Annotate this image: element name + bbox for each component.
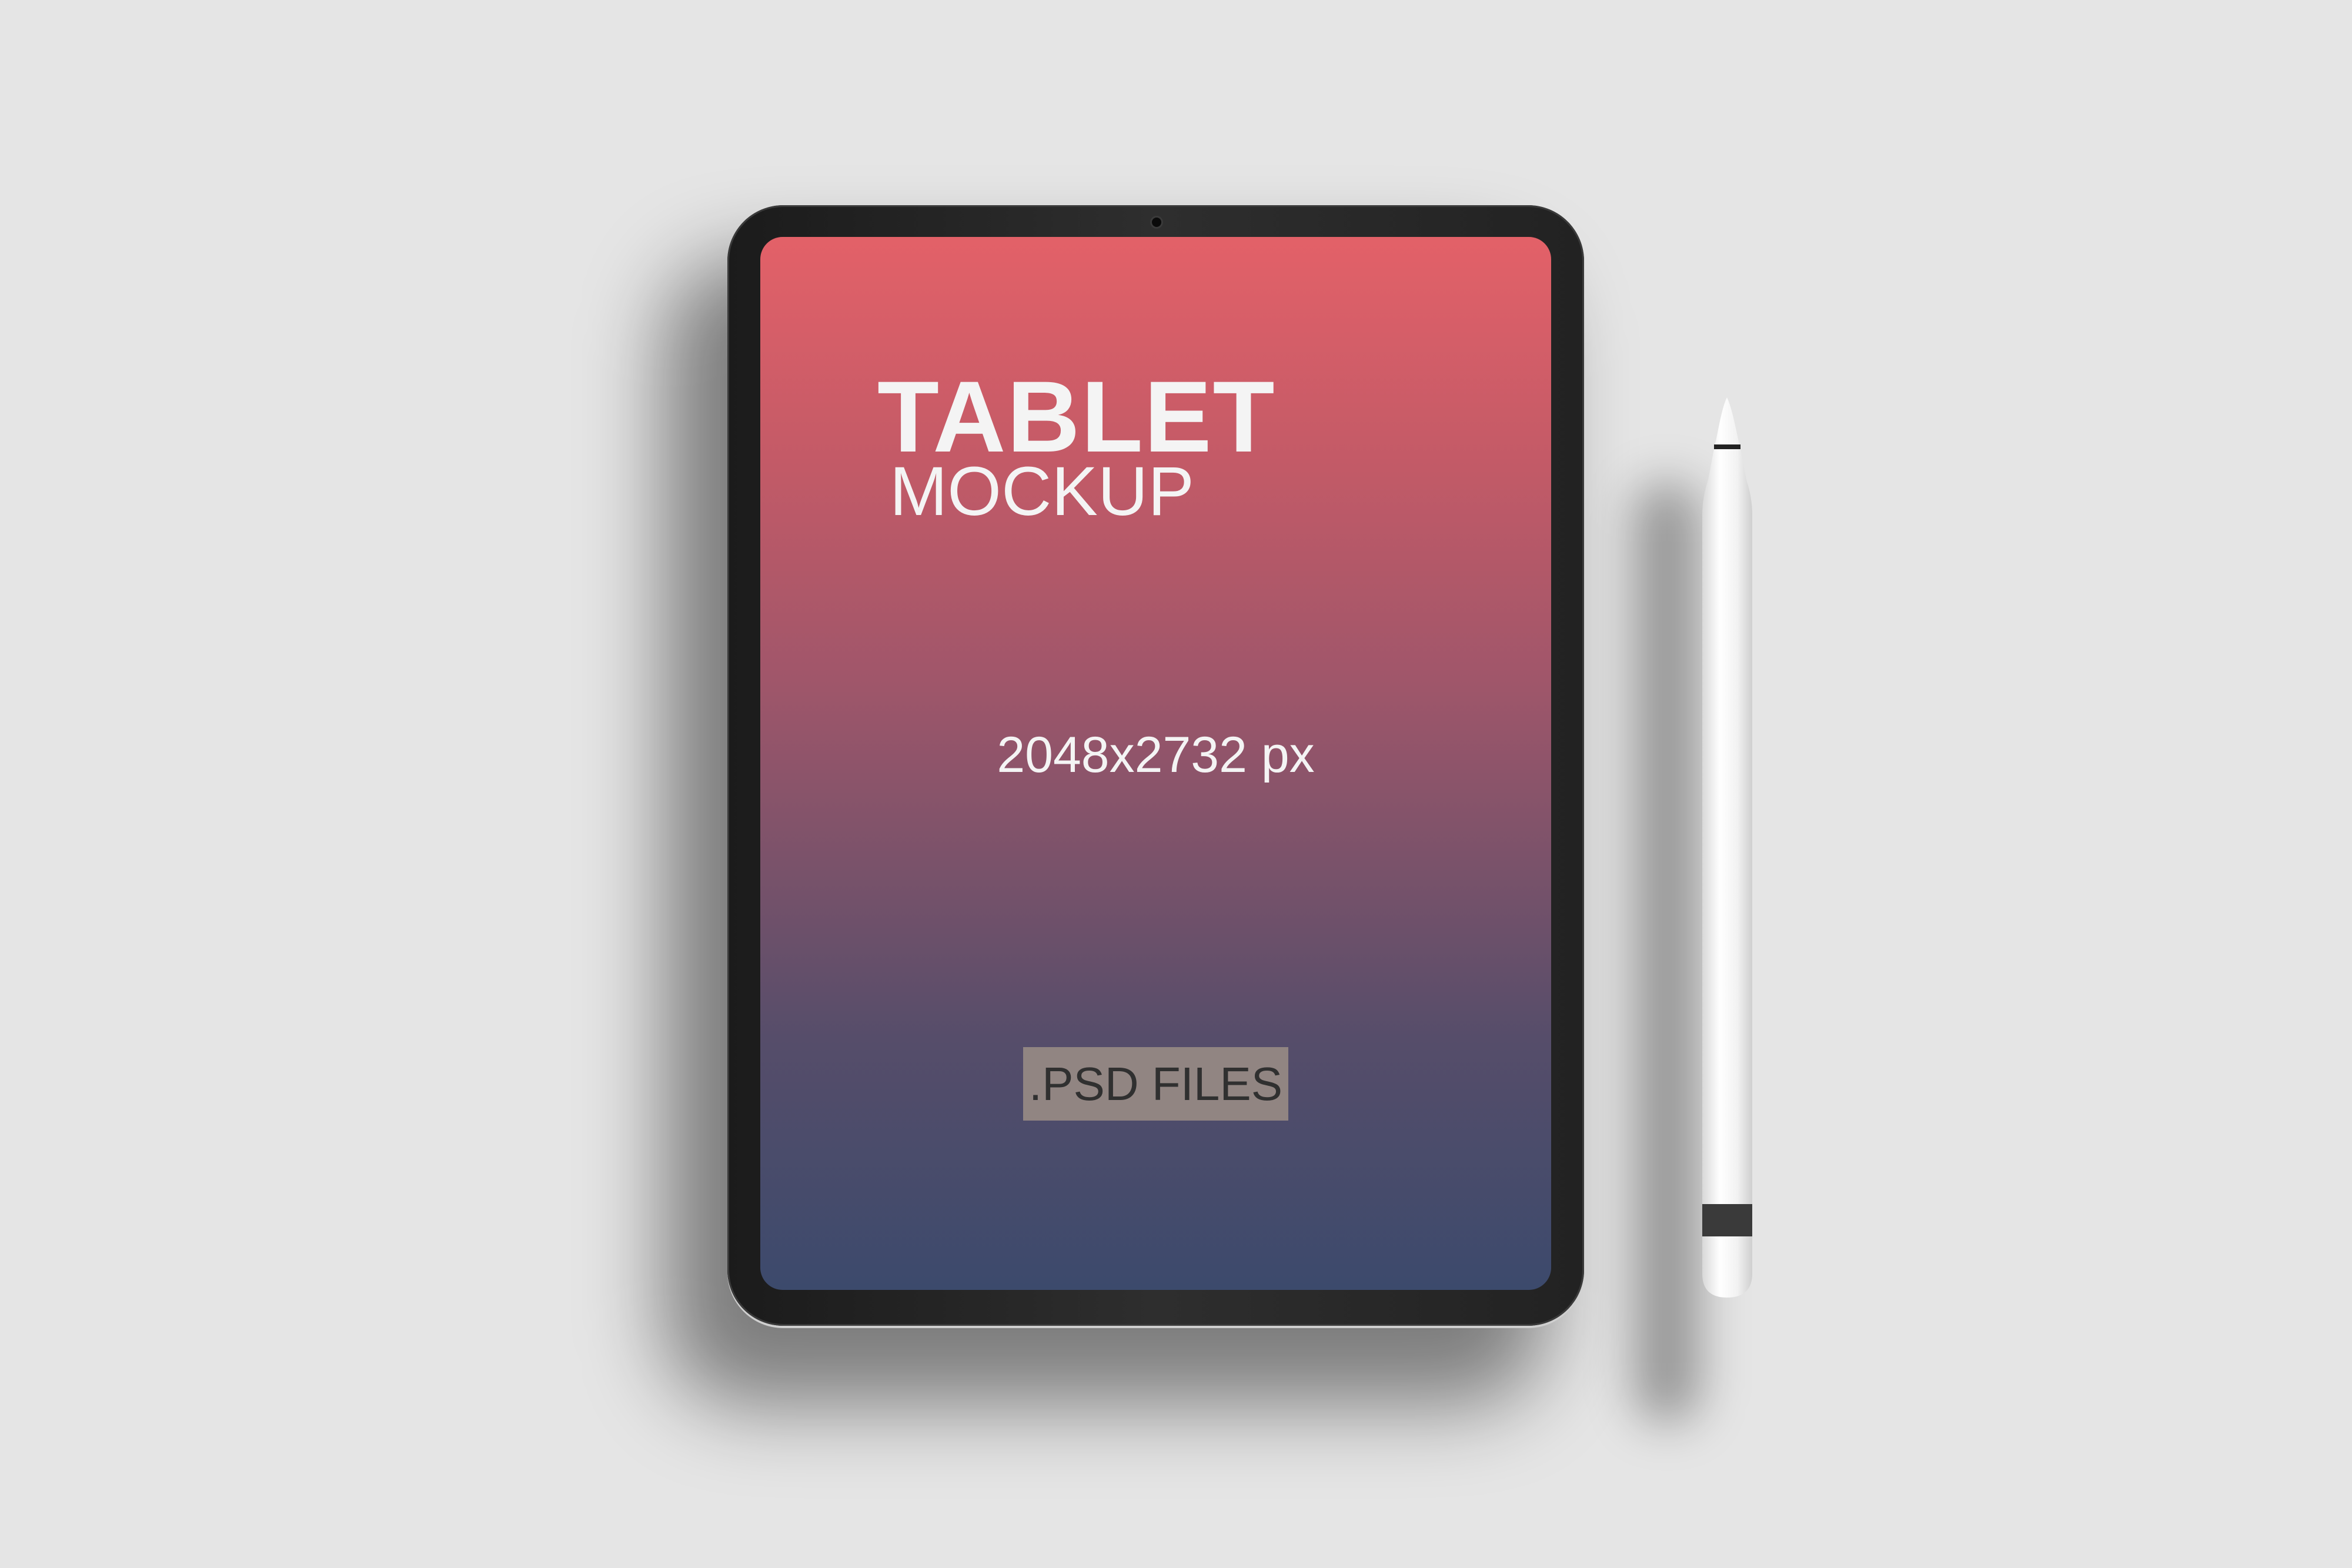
camera-icon [1150,216,1163,229]
psd-files-label: .PSD FILES [1028,1057,1283,1110]
subtitle-heading: MOCKUP [890,453,1194,530]
pencil-shadow [1635,482,1699,1423]
psd-files-button[interactable]: .PSD FILES [1023,1047,1288,1121]
tablet-screen: TABLET MOCKUP 2048x2732 px .PSD FILES [760,237,1551,1290]
resolution-text: 2048x2732 px [997,727,1315,783]
stylus-pencil-icon [1702,397,1752,1298]
